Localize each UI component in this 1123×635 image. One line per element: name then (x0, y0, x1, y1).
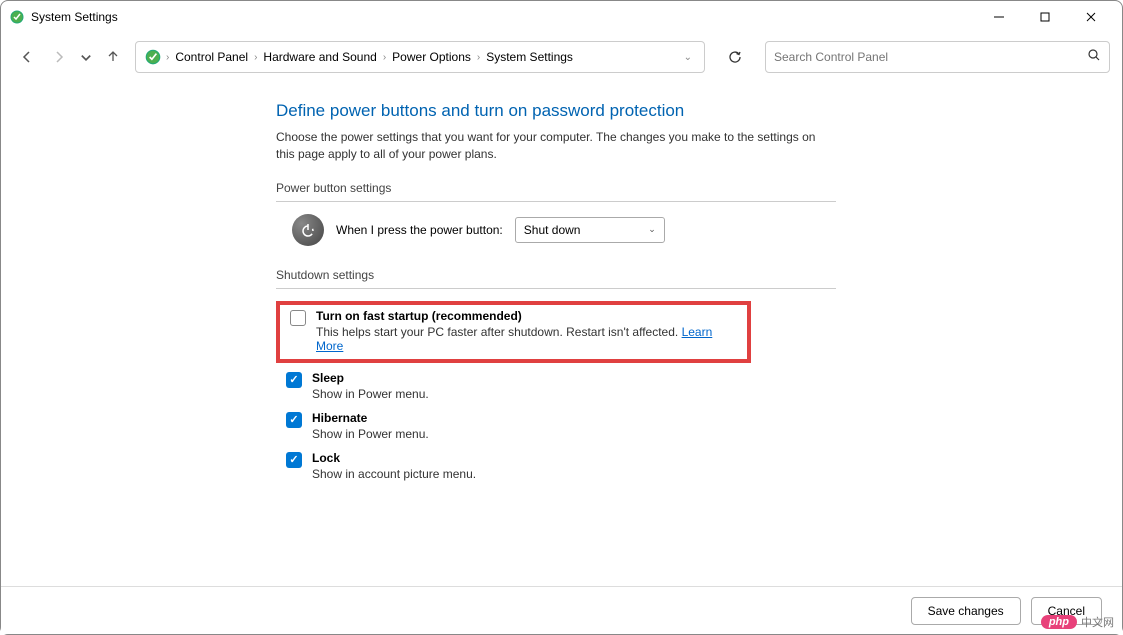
crumb-hardware-sound[interactable]: Hardware and Sound (257, 50, 382, 64)
crumb-control-panel[interactable]: Control Panel (169, 50, 254, 64)
titlebar: System Settings (1, 1, 1122, 33)
power-button-row: When I press the power button: Shut down… (276, 214, 1122, 246)
up-button[interactable] (99, 43, 127, 71)
hibernate-sub: Show in Power menu. (312, 427, 429, 441)
refresh-button[interactable] (719, 41, 751, 73)
fast-startup-title: Turn on fast startup (recommended) (316, 309, 737, 323)
watermark: php 中文网 (1041, 614, 1114, 630)
sleep-title: Sleep (312, 371, 429, 385)
close-button[interactable] (1068, 1, 1114, 33)
bottom-bar: Save changes Cancel php 中文网 (1, 586, 1122, 634)
search-box[interactable] (765, 41, 1110, 73)
app-icon (9, 9, 25, 25)
sleep-checkbox[interactable] (286, 372, 302, 388)
location-icon (144, 48, 162, 66)
sleep-sub: Show in Power menu. (312, 387, 429, 401)
minimize-button[interactable] (976, 1, 1022, 33)
watermark-logo: php (1041, 615, 1077, 629)
lock-title: Lock (312, 451, 476, 465)
save-button[interactable]: Save changes (911, 597, 1021, 625)
page-heading: Define power buttons and turn on passwor… (276, 101, 1122, 121)
watermark-text: 中文网 (1081, 614, 1114, 630)
sleep-row: Sleep Show in Power menu. (276, 369, 1122, 403)
chevron-down-icon: ⌄ (648, 224, 656, 235)
recent-dropdown[interactable] (77, 43, 95, 71)
window-title: System Settings (31, 10, 976, 24)
breadcrumb[interactable]: › Control Panel › Hardware and Sound › P… (135, 41, 705, 73)
hibernate-checkbox[interactable] (286, 412, 302, 428)
power-icon (292, 214, 324, 246)
search-icon[interactable] (1087, 48, 1101, 67)
window-controls (976, 1, 1114, 33)
lock-sub: Show in account picture menu. (312, 467, 476, 481)
forward-button[interactable] (45, 43, 73, 71)
nav-row: › Control Panel › Hardware and Sound › P… (1, 33, 1122, 81)
hibernate-row: Hibernate Show in Power menu. (276, 409, 1122, 443)
shutdown-section-header: Shutdown settings (276, 268, 1122, 282)
maximize-button[interactable] (1022, 1, 1068, 33)
fast-startup-row: Turn on fast startup (recommended) This … (290, 309, 737, 353)
lock-checkbox[interactable] (286, 452, 302, 468)
hibernate-title: Hibernate (312, 411, 429, 425)
crumb-system-settings[interactable]: System Settings (480, 50, 579, 64)
search-input[interactable] (774, 50, 1087, 64)
section-divider (276, 288, 836, 289)
lock-row: Lock Show in account picture menu. (276, 449, 1122, 483)
fast-startup-checkbox[interactable] (290, 310, 306, 326)
power-section-header: Power button settings (276, 181, 1122, 195)
back-button[interactable] (13, 43, 41, 71)
power-action-dropdown[interactable]: Shut down ⌄ (515, 217, 665, 243)
power-button-label: When I press the power button: (336, 223, 503, 237)
highlighted-setting: Turn on fast startup (recommended) This … (276, 301, 751, 363)
shutdown-options-list: Sleep Show in Power menu. Hibernate Show… (276, 369, 1122, 483)
dropdown-value: Shut down (524, 223, 581, 237)
chevron-down-icon[interactable]: ⌄ (676, 52, 700, 63)
page-description: Choose the power settings that you want … (276, 129, 836, 163)
fast-startup-sub: This helps start your PC faster after sh… (316, 325, 737, 353)
crumb-power-options[interactable]: Power Options (386, 50, 477, 64)
section-divider (276, 201, 836, 202)
content-area: Define power buttons and turn on passwor… (1, 81, 1122, 483)
